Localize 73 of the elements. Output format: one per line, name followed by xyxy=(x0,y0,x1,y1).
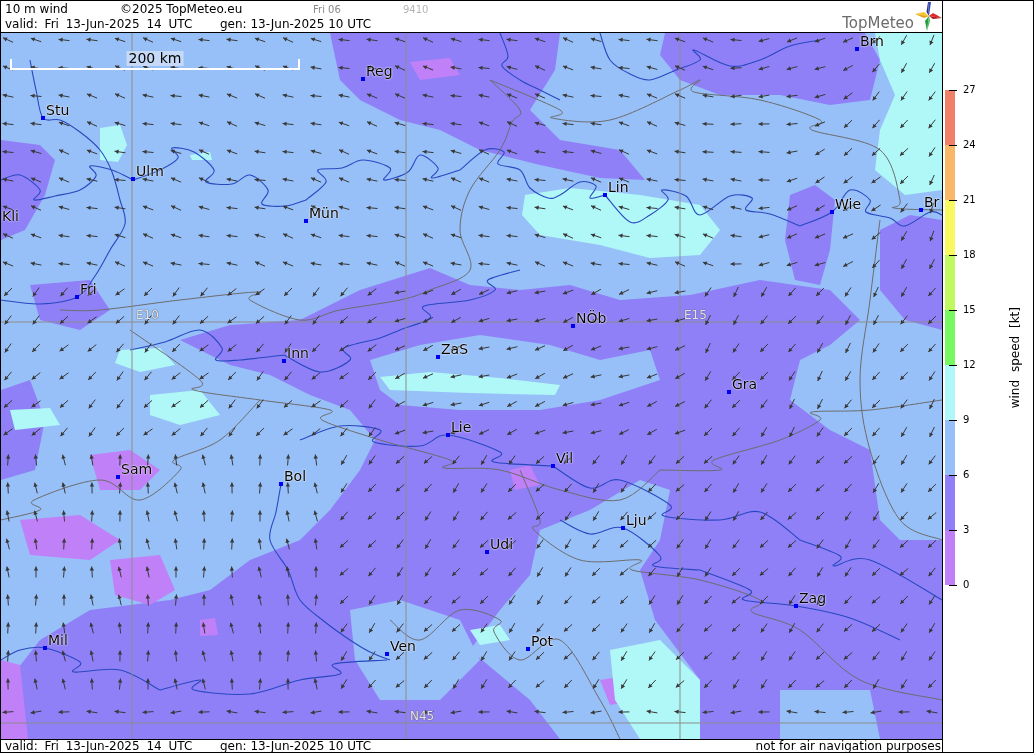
code-label: 9410 xyxy=(403,3,429,17)
city-marker-icon xyxy=(526,647,530,651)
city-marker-icon xyxy=(855,47,859,51)
city-label: Mün xyxy=(309,205,339,221)
tick-label: 24 xyxy=(963,138,976,152)
tick-label: 15 xyxy=(963,303,976,317)
city-label: Brn xyxy=(860,33,884,49)
city-label: Wie xyxy=(835,196,862,212)
city-marker-icon xyxy=(794,604,798,608)
city-marker-icon xyxy=(621,526,625,530)
city-marker-icon xyxy=(446,433,450,437)
city-marker-icon xyxy=(436,355,440,359)
city-label: Lin xyxy=(608,179,629,195)
tick-label: 18 xyxy=(963,248,976,262)
city-label: Lie xyxy=(451,419,472,435)
city-marker-icon xyxy=(485,550,489,554)
city-label: Sam xyxy=(121,461,153,477)
logo-text: TopMeteo xyxy=(842,15,914,31)
tick-label: 27 xyxy=(963,83,976,97)
city-label: ZaS xyxy=(441,341,469,357)
city-label: Vil xyxy=(556,450,574,466)
generated-time-text: gen: 13-Jun-2025 10 UTC xyxy=(220,740,372,752)
city-label: Fri xyxy=(80,281,97,297)
city-label: Bol xyxy=(284,468,307,484)
compass-star-icon xyxy=(915,2,942,31)
grid-label: E15 xyxy=(684,308,707,322)
tick-label: 9 xyxy=(963,413,970,427)
valid-time-text: valid: Fri 13-Jun-2025 14 UTC xyxy=(5,17,193,32)
city-marker-icon xyxy=(75,295,79,299)
city-label: Lju xyxy=(626,512,647,528)
city-marker-icon xyxy=(304,219,308,223)
city-label: Mil xyxy=(48,632,68,648)
city-marker-icon xyxy=(43,646,47,650)
tick-label: 0 xyxy=(963,578,970,592)
disclaimer-text: not for air navigation purposes xyxy=(755,740,942,752)
city-marker-icon xyxy=(830,210,834,214)
city-marker-icon xyxy=(919,208,923,212)
city-label: Br xyxy=(924,194,940,210)
city-marker-icon xyxy=(603,193,607,197)
tick-label: 12 xyxy=(963,358,976,372)
grid-label: E10 xyxy=(136,308,159,322)
tick-label: 3 xyxy=(963,523,970,537)
city-marker-icon xyxy=(571,324,575,328)
city-marker-icon xyxy=(551,464,555,468)
generated-time-text: gen: 13-Jun-2025 10 UTC xyxy=(220,17,372,32)
city-label: Ven xyxy=(390,638,416,654)
city-marker-icon xyxy=(116,475,120,479)
city-label: Ulm xyxy=(136,163,164,179)
tick-label: 6 xyxy=(963,468,970,482)
run-label: Fri 06 xyxy=(313,3,341,17)
city-marker-icon xyxy=(131,177,135,181)
city-label: Zag xyxy=(799,590,827,606)
tick-label: 21 xyxy=(963,193,976,207)
city-label: NÖb xyxy=(576,310,607,326)
city-marker-icon xyxy=(282,359,286,363)
city-label: Udi xyxy=(490,536,514,552)
map-title: 10 m wind xyxy=(5,2,68,17)
copyright-text: ©2025 TopMeteo.eu xyxy=(120,2,243,17)
city-marker-icon xyxy=(279,482,283,486)
city-marker-icon xyxy=(385,652,389,656)
city-label: Reg xyxy=(366,63,393,79)
city-label: Gra xyxy=(732,376,758,392)
city-label: Kli xyxy=(2,208,19,224)
city-label: Pot xyxy=(531,633,553,649)
city-marker-icon xyxy=(41,116,45,120)
city-marker-icon xyxy=(361,77,365,81)
scale-label: 200 km xyxy=(126,51,184,66)
city-label: Inn xyxy=(287,345,309,361)
grid-label: N45 xyxy=(410,709,435,723)
city-marker-icon xyxy=(727,390,731,394)
valid-time-text: valid: Fri 13-Jun-2025 14 UTC xyxy=(5,740,193,752)
legend-title: wind speed [kt] xyxy=(1008,306,1022,409)
city-label: Stu xyxy=(46,102,70,118)
